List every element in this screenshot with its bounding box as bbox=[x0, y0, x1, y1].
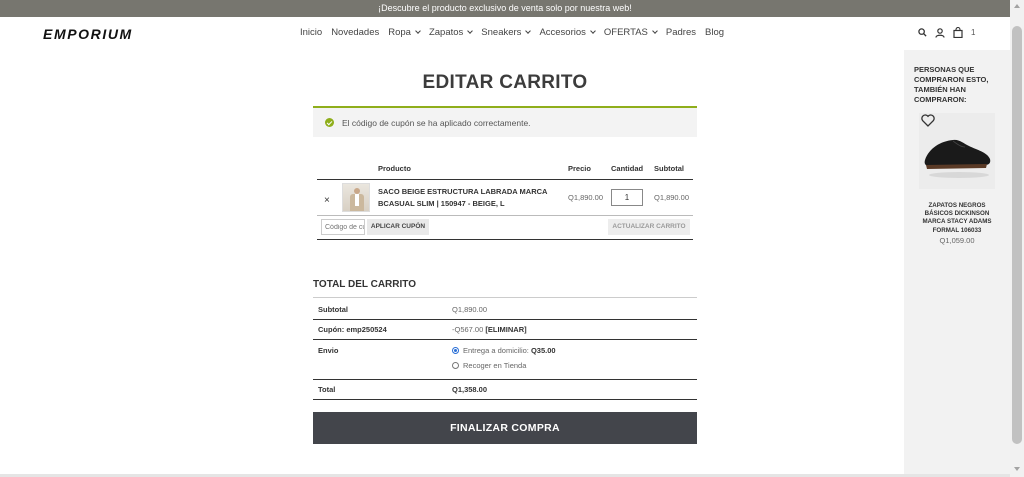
coupon-code-input[interactable] bbox=[321, 219, 365, 235]
total-value: Q1,358.00 bbox=[452, 385, 488, 394]
shipping-option-label: Entrega a domicilio: bbox=[463, 346, 529, 355]
totals-divider bbox=[313, 379, 697, 380]
search-icon[interactable] bbox=[918, 28, 927, 37]
subtotal-label: Subtotal bbox=[318, 305, 348, 314]
success-notice: El código de cupón se ha aplicado correc… bbox=[313, 106, 697, 137]
table-divider bbox=[317, 239, 693, 240]
shipping-option-pickup[interactable]: Recoger en Tienda bbox=[452, 361, 526, 370]
column-header-subtotal: Subtotal bbox=[654, 164, 684, 173]
related-product-price: Q1,059.00 bbox=[939, 236, 975, 245]
site-header: EMPORIUM Inicio Novedades Ropa Zapatos S… bbox=[0, 17, 1010, 50]
checkout-button[interactable]: FINALIZAR COMPRA bbox=[313, 412, 697, 444]
nav-item-ofertas[interactable]: OFERTAS bbox=[603, 27, 658, 38]
shipping-label: Envio bbox=[318, 346, 339, 355]
coupon-discount: -Q567.00 bbox=[452, 325, 484, 334]
shipping-option-label: Recoger en Tienda bbox=[463, 361, 527, 370]
nav-item-accesorios[interactable]: Accesorios bbox=[539, 27, 596, 38]
table-divider bbox=[317, 215, 693, 216]
table-divider bbox=[317, 179, 693, 180]
nav-item-blog[interactable]: Blog bbox=[705, 27, 724, 38]
chevron-down-icon bbox=[467, 28, 474, 34]
product-thumbnail[interactable] bbox=[342, 183, 370, 212]
cart-totals-title: TOTAL DEL CARRITO bbox=[313, 279, 416, 290]
subtotal-value: Q1,890.00 bbox=[452, 305, 488, 314]
scrollbar-thumb[interactable] bbox=[1012, 26, 1022, 444]
totals-divider bbox=[313, 297, 697, 298]
main-nav: Inicio Novedades Ropa Zapatos Sneakers A… bbox=[300, 27, 733, 38]
chevron-down-icon bbox=[525, 28, 532, 34]
nav-item-padres[interactable]: Padres bbox=[666, 27, 696, 38]
page-title: EDITAR CARRITO bbox=[422, 72, 588, 93]
coupon-label: Cupón: emp250524 bbox=[318, 325, 387, 334]
shipping-option-delivery[interactable]: Entrega a domicilio: Q35.00 bbox=[452, 346, 556, 355]
radio-selected-icon[interactable] bbox=[452, 347, 459, 354]
totals-divider bbox=[313, 339, 697, 340]
apply-coupon-button[interactable]: APLICAR CUPÓN bbox=[367, 219, 429, 235]
totals-divider bbox=[313, 319, 697, 320]
item-price: Q1,890.00 bbox=[568, 193, 604, 202]
column-header-quantity: Cantidad bbox=[611, 164, 644, 173]
vertical-scrollbar[interactable] bbox=[1010, 0, 1024, 477]
nav-label: Ropa bbox=[388, 27, 411, 38]
scroll-down-arrow-icon[interactable] bbox=[1014, 467, 1020, 471]
related-products-sidebar: PERSONAS QUE COMPRARON ESTO, TAMBIÉN HAN… bbox=[904, 50, 1010, 477]
related-product-name[interactable]: ZAPATOS NEGROS BÁSICOS DICKINSON MARCA S… bbox=[914, 202, 1000, 235]
nav-label: OFERTAS bbox=[603, 27, 648, 38]
remove-coupon-link[interactable]: [ELIMINAR] bbox=[485, 325, 526, 334]
update-cart-button[interactable]: ACTUALIZAR CARRITO bbox=[608, 219, 690, 235]
column-header-product: Producto bbox=[378, 164, 411, 173]
total-label: Total bbox=[318, 385, 336, 394]
nav-item-sneakers[interactable]: Sneakers bbox=[481, 27, 532, 38]
heart-icon[interactable] bbox=[921, 114, 935, 127]
announcement-text: ¡Descubre el producto exclusivo de venta… bbox=[378, 3, 632, 13]
nav-label: Padres bbox=[665, 27, 697, 38]
nav-label: Inicio bbox=[300, 27, 323, 38]
quantity-input[interactable] bbox=[611, 189, 643, 206]
cart-count: 1 bbox=[971, 28, 976, 37]
radio-unselected-icon[interactable] bbox=[452, 362, 459, 369]
user-icon[interactable] bbox=[935, 27, 945, 38]
check-circle-icon bbox=[325, 118, 334, 127]
shopping-bag-icon[interactable] bbox=[953, 27, 963, 38]
chevron-down-icon bbox=[590, 28, 596, 34]
column-header-price: Precio bbox=[568, 164, 591, 173]
nav-label: Accesorios bbox=[539, 27, 586, 38]
header-icons: 1 bbox=[918, 27, 975, 38]
nav-label: Sneakers bbox=[481, 27, 522, 38]
chevron-down-icon bbox=[415, 28, 421, 34]
chevron-down-icon bbox=[652, 28, 658, 34]
nav-item-ropa[interactable]: Ropa bbox=[388, 27, 421, 38]
item-subtotal: Q1,890.00 bbox=[654, 193, 690, 202]
nav-item-zapatos[interactable]: Zapatos bbox=[428, 27, 474, 38]
site-logo[interactable]: EMPORIUM bbox=[43, 26, 133, 42]
shipping-option-price: Q35.00 bbox=[530, 346, 556, 355]
notice-text: El código de cupón se ha aplicado correc… bbox=[342, 117, 531, 128]
totals-divider bbox=[313, 399, 697, 400]
nav-label: Zapatos bbox=[428, 27, 464, 38]
nav-item-inicio[interactable]: Inicio bbox=[300, 27, 322, 38]
coupon-value: -Q567.00 [ELIMINAR] bbox=[452, 325, 527, 334]
sidebar-title: PERSONAS QUE COMPRARON ESTO, TAMBIÉN HAN… bbox=[914, 65, 989, 104]
announcement-bar: ¡Descubre el producto exclusivo de venta… bbox=[0, 0, 1010, 17]
scroll-up-arrow-icon[interactable] bbox=[1014, 4, 1020, 8]
nav-label: Novedades bbox=[331, 27, 380, 38]
nav-label: Blog bbox=[705, 27, 725, 38]
nav-item-novedades[interactable]: Novedades bbox=[331, 27, 379, 38]
remove-item-icon[interactable]: × bbox=[324, 195, 330, 206]
product-name-link[interactable]: SACO BEIGE ESTRUCTURA LABRADA MARCA BCAS… bbox=[378, 186, 558, 210]
